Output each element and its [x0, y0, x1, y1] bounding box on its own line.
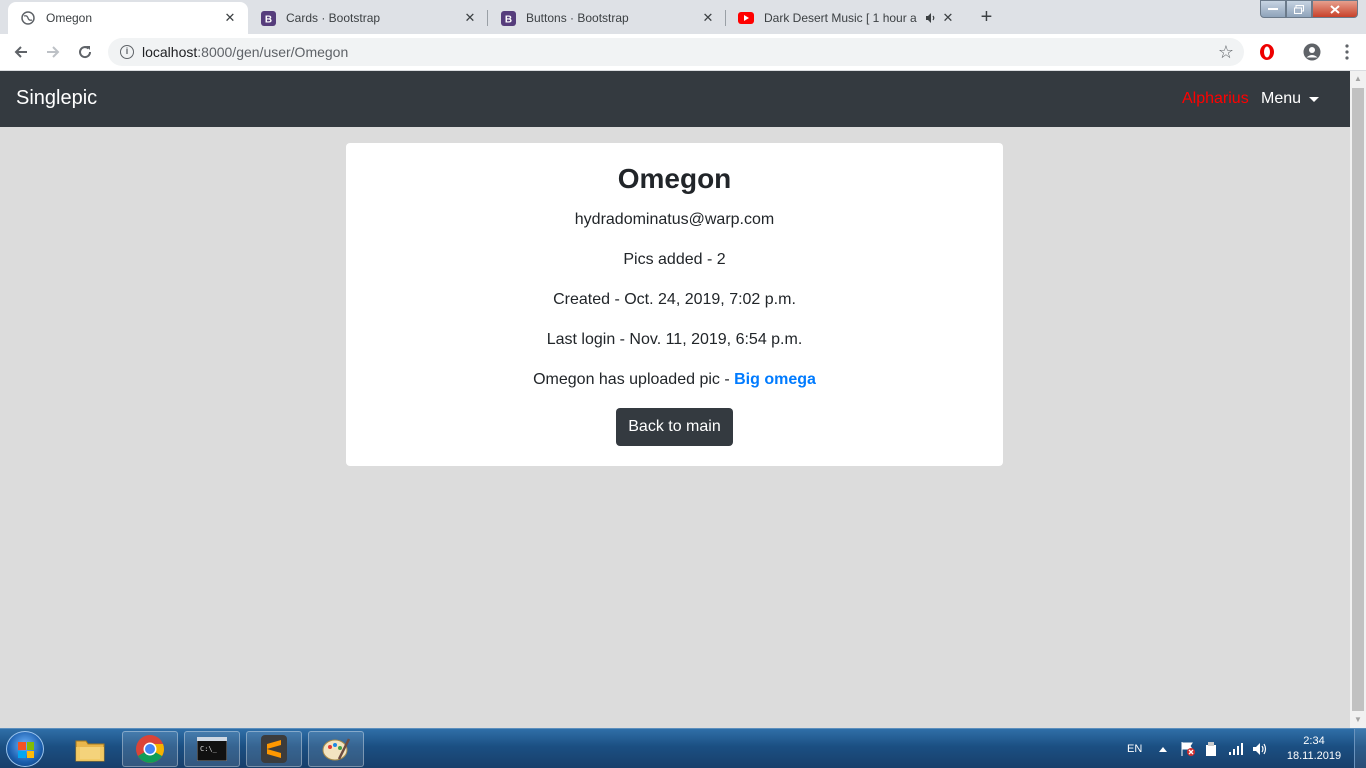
- upload-text: Omegon has uploaded pic -: [533, 371, 735, 388]
- bootstrap-icon: B: [260, 10, 276, 26]
- site-brand[interactable]: Singlepic: [16, 87, 97, 110]
- usb-device-icon[interactable]: [1204, 729, 1218, 768]
- network-signal-icon[interactable]: [1228, 729, 1244, 768]
- tab-close-icon[interactable]: ✕: [700, 10, 716, 26]
- new-tab-button[interactable]: +: [973, 5, 1000, 29]
- youtube-icon: [738, 10, 754, 26]
- restore-button[interactable]: [1286, 0, 1312, 18]
- audio-playing-icon[interactable]: [922, 12, 940, 24]
- show-hidden-icons-icon[interactable]: [1158, 729, 1168, 768]
- url-host: localhost: [142, 44, 198, 60]
- caret-down-icon: [1309, 96, 1320, 102]
- svg-text:C:\_: C:\_: [200, 745, 218, 753]
- globe-icon: [20, 10, 36, 26]
- back-arrow-icon[interactable]: [8, 40, 34, 64]
- current-user-link[interactable]: Alpharius: [1182, 90, 1249, 108]
- tab-close-icon[interactable]: ✕: [940, 10, 956, 26]
- windows-taskbar: C:\_ EN 2:34 18.11.2019: [0, 728, 1366, 768]
- page-scrollbar[interactable]: ▲ ▼: [1350, 71, 1366, 728]
- scroll-down-arrow-icon[interactable]: ▼: [1350, 712, 1366, 728]
- tab-close-icon[interactable]: ✕: [462, 10, 478, 26]
- site-navbar: Singlepic Alpharius Menu: [0, 71, 1350, 127]
- tab-cards-bootstrap[interactable]: B Cards · Bootstrap ✕: [248, 2, 488, 34]
- browser-toolbar: i localhost:8000/gen/user/Omegon ☆: [0, 34, 1366, 71]
- profile-upload-line: Omegon has uploaded pic - Big omega: [346, 371, 1003, 389]
- profile-email: hydradominatus@warp.com: [574, 211, 775, 228]
- scroll-up-arrow-icon[interactable]: ▲: [1350, 71, 1366, 87]
- reload-icon[interactable]: [72, 40, 98, 64]
- tab-dark-desert-music[interactable]: Dark Desert Music [ 1 hour a ✕: [726, 2, 966, 34]
- bootstrap-icon: B: [500, 10, 516, 26]
- tab-omegon[interactable]: Omegon ✕: [8, 2, 248, 34]
- menu-label: Menu: [1261, 90, 1302, 107]
- clock-time: 2:34: [1303, 735, 1325, 747]
- user-profile-card: Omegon hydradominatus@warp.com Pics adde…: [346, 143, 1003, 466]
- tab-title: Dark Desert Music [ 1 hour a: [764, 11, 917, 25]
- profile-username: Omegon: [617, 163, 732, 194]
- scrollbar-thumb[interactable]: [1352, 88, 1364, 711]
- start-button[interactable]: [6, 731, 44, 767]
- command-prompt-icon[interactable]: C:\_: [184, 731, 240, 767]
- language-indicator[interactable]: EN: [1127, 729, 1142, 768]
- volume-icon[interactable]: [1252, 729, 1268, 768]
- paint-icon[interactable]: [308, 731, 364, 767]
- forward-arrow-icon[interactable]: [40, 40, 66, 64]
- window-controls: [1260, 0, 1366, 20]
- browser-tab-strip: Omegon ✕ B Cards · Bootstrap ✕ B Buttons…: [0, 0, 1366, 34]
- site-info-icon[interactable]: i: [120, 45, 134, 59]
- back-to-main-button[interactable]: Back to main: [616, 408, 733, 446]
- windows-logo-icon: [18, 742, 34, 758]
- tab-title: Buttons · Bootstrap: [526, 11, 629, 25]
- menu-dropdown[interactable]: Menu: [1261, 90, 1320, 108]
- profile-pics-added: Pics added - 2: [623, 251, 726, 268]
- profile-icon[interactable]: [1302, 42, 1322, 62]
- sublime-text-icon[interactable]: [246, 731, 302, 767]
- bookmark-star-icon[interactable]: ☆: [1218, 42, 1234, 63]
- close-window-button[interactable]: [1312, 0, 1358, 18]
- tab-title: Omegon: [46, 11, 93, 25]
- tab-title: Cards · Bootstrap: [286, 11, 381, 25]
- clock-date: 18.11.2019: [1286, 750, 1342, 762]
- svg-text:B: B: [504, 14, 511, 25]
- url-path: :8000/gen/user/Omegon: [197, 44, 349, 60]
- action-center-flag-icon[interactable]: [1180, 729, 1196, 768]
- opera-extension-icon[interactable]: [1257, 42, 1277, 62]
- profile-created: Created - Oct. 24, 2019, 7:02 p.m.: [553, 291, 796, 308]
- show-desktop-button[interactable]: [1354, 729, 1366, 768]
- address-bar[interactable]: i localhost:8000/gen/user/Omegon ☆: [108, 38, 1244, 66]
- tab-close-icon[interactable]: ✕: [222, 10, 238, 26]
- system-clock[interactable]: 2:34 18.11.2019: [1282, 734, 1346, 764]
- profile-last-login: Last login - Nov. 11, 2019, 6:54 p.m.: [546, 331, 803, 348]
- uploaded-pic-link[interactable]: Big omega: [734, 371, 816, 388]
- windows-explorer-icon[interactable]: [62, 731, 118, 767]
- svg-text:B: B: [264, 14, 271, 25]
- tab-buttons-bootstrap[interactable]: B Buttons · Bootstrap ✕: [488, 2, 726, 34]
- kebab-menu-icon[interactable]: [1337, 42, 1357, 62]
- minimize-button[interactable]: [1260, 0, 1286, 18]
- chrome-icon[interactable]: [122, 731, 178, 767]
